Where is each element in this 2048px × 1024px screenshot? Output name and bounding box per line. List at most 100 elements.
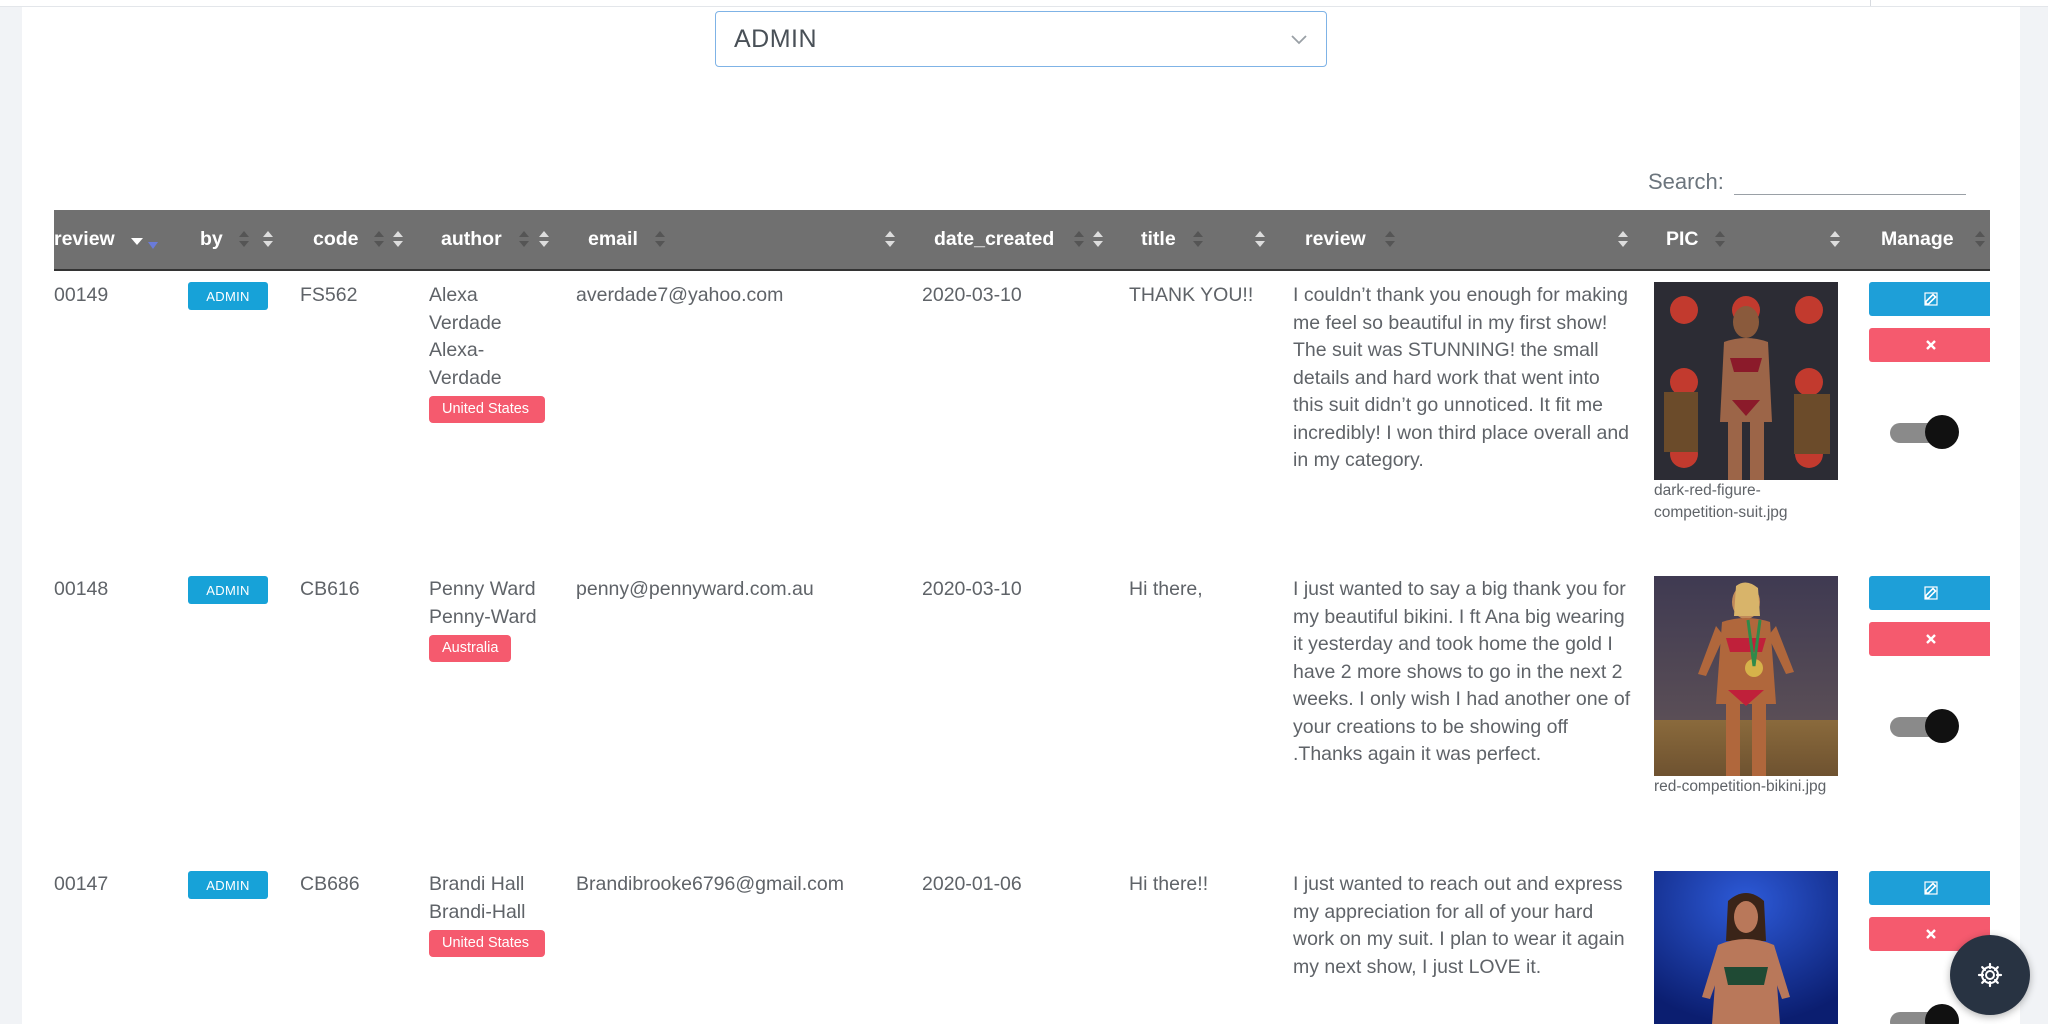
search-label: Search: — [1648, 169, 1724, 194]
review-text-cell: I couldn’t thank you enough for making m… — [1293, 284, 1630, 471]
publish-toggle[interactable] — [1888, 1004, 1960, 1024]
publish-toggle[interactable] — [1888, 709, 1960, 745]
column-header-label: author — [441, 228, 502, 250]
column-header-code[interactable]: code — [313, 210, 359, 269]
settings-button[interactable] — [1950, 935, 2030, 1015]
sort-icon — [374, 231, 384, 247]
sort-icon — [1074, 231, 1084, 247]
edit-icon — [1924, 586, 1938, 600]
gear-icon — [1977, 962, 2003, 988]
sort-icon — [885, 231, 895, 247]
competition-photo — [1654, 282, 1838, 480]
edit-button[interactable] — [1869, 576, 1990, 610]
photo-filename: dark-red-figure-competition-suit.jpg — [1654, 482, 1788, 521]
column-header-label: PIC — [1666, 228, 1699, 250]
title-cell: Hi there, — [1129, 578, 1203, 600]
column-header-label: Manage — [1881, 228, 1954, 250]
column-header-label: title — [1141, 228, 1176, 250]
sort-icon — [1830, 231, 1840, 247]
column-header-by[interactable]: by — [200, 210, 223, 269]
sort-icon — [1618, 231, 1628, 247]
sort-icon — [655, 231, 665, 247]
column-header-pic[interactable]: PIC — [1666, 210, 1699, 269]
search-input[interactable] — [1733, 166, 1966, 195]
user-filter-select[interactable]: ADMIN — [715, 11, 1327, 67]
title-cell: THANK YOU!! — [1129, 284, 1254, 306]
email-cell: Brandibrooke6796@gmail.com — [576, 873, 845, 895]
competition-photo — [1654, 576, 1838, 776]
column-header-label: review — [54, 228, 115, 250]
search-bar: Search: — [1648, 166, 1966, 195]
select-value: ADMIN — [734, 24, 818, 53]
country-badge: United States — [429, 396, 545, 423]
admin-badge: ADMIN — [188, 871, 268, 899]
edit-icon — [1924, 881, 1938, 895]
reviews-table: review by code author email date_created… — [54, 210, 1990, 1024]
toggle-knob — [1925, 709, 1959, 743]
review-id: 00149 — [54, 284, 109, 306]
review-text-cell: I just wanted to say a big thank you for… — [1293, 578, 1631, 765]
title-cell: Hi there!! — [1129, 873, 1209, 895]
sort-icon — [1975, 231, 1985, 247]
author-cell: Brandi Hall Brandi-Hall United States — [429, 871, 559, 957]
chevron-down-icon — [1291, 35, 1307, 45]
code-cell: FS562 — [300, 284, 358, 306]
sort-icon — [393, 231, 403, 247]
admin-badge: ADMIN — [188, 576, 268, 604]
column-header-title[interactable]: title — [1141, 210, 1176, 269]
column-header-label: date_created — [934, 228, 1055, 250]
column-header-review[interactable]: review — [1305, 210, 1366, 269]
close-icon — [1926, 929, 1936, 939]
delete-button[interactable] — [1869, 622, 1990, 656]
email-cell: averdade7@yahoo.com — [576, 284, 784, 306]
admin-badge: ADMIN — [188, 282, 268, 310]
column-header-date-created[interactable]: date_created — [934, 210, 1054, 269]
toggle-knob — [1925, 415, 1959, 449]
close-icon — [1926, 634, 1936, 644]
delete-button[interactable] — [1869, 328, 1990, 362]
column-header-review-id[interactable]: review — [54, 210, 164, 269]
date-created-cell: 2020-01-06 — [922, 873, 1022, 895]
column-header-label: email — [588, 228, 638, 250]
top-bar-divider — [1870, 0, 1871, 6]
photo-filename: red-competition-bikini.jpg — [1654, 778, 1827, 795]
top-bar — [0, 0, 2048, 7]
sort-icon — [539, 231, 549, 247]
author-cell: Penny Ward Penny-Ward Australia — [429, 576, 559, 662]
column-header-author[interactable]: author — [441, 210, 502, 269]
author-name: Brandi Hall — [429, 873, 525, 895]
close-icon — [1926, 340, 1936, 350]
sort-icon — [519, 231, 529, 247]
author-slug: Alexa-Verdade — [429, 339, 502, 389]
author-name: Alexa Verdade — [429, 284, 502, 334]
email-cell: penny@pennyward.com.au — [576, 578, 814, 600]
author-slug: Penny-Ward — [429, 605, 537, 628]
toggle-knob — [1925, 1004, 1959, 1024]
column-header-label: code — [313, 228, 359, 250]
column-header-manage[interactable]: Manage — [1881, 210, 1954, 269]
date-created-cell: 2020-03-10 — [922, 284, 1022, 306]
code-cell: CB686 — [300, 873, 360, 895]
country-badge: United States — [429, 930, 545, 957]
edit-button[interactable] — [1869, 871, 1990, 905]
table-header: review by code author email date_created… — [54, 210, 1990, 271]
review-id: 00148 — [54, 578, 109, 600]
review-id: 00147 — [54, 873, 109, 895]
edit-icon — [1924, 292, 1938, 306]
sort-icon — [1255, 231, 1265, 247]
column-header-label: review — [1305, 228, 1366, 250]
code-cell: CB616 — [300, 578, 360, 600]
sort-icon — [1193, 231, 1203, 247]
review-text-cell: I just wanted to reach out and express m… — [1293, 873, 1625, 978]
edit-button[interactable] — [1869, 282, 1990, 316]
competition-photo — [1654, 871, 1838, 1024]
date-created-cell: 2020-03-10 — [922, 578, 1022, 600]
author-name: Penny Ward — [429, 578, 536, 600]
sort-icon — [239, 231, 249, 247]
sort-icon — [1715, 231, 1725, 247]
author-slug: Brandi-Hall — [429, 900, 526, 923]
sort-icon — [1385, 231, 1395, 247]
column-header-email[interactable]: email — [588, 210, 638, 269]
publish-toggle[interactable] — [1888, 415, 1960, 451]
sort-icon — [263, 231, 273, 247]
